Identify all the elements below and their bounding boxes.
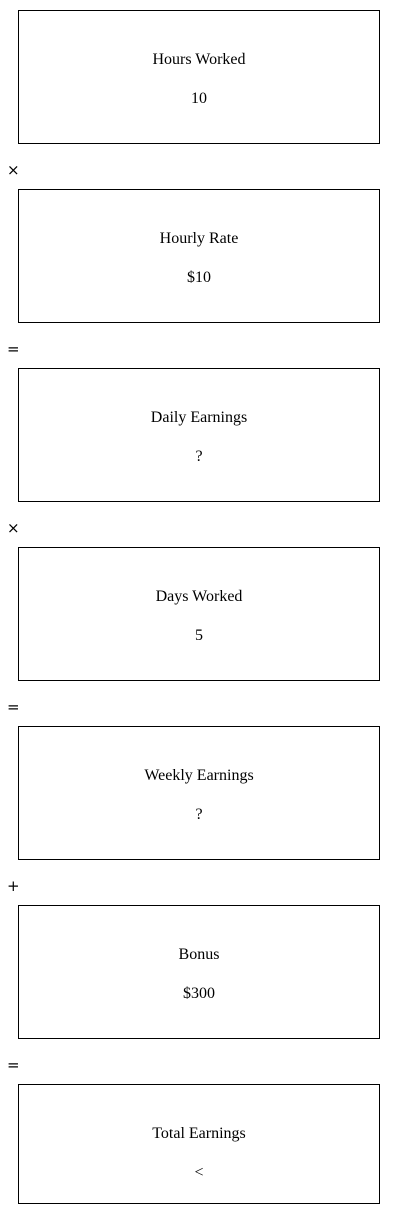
equals-operator: = [7, 698, 20, 716]
days-worked-value: 5 [195, 627, 203, 644]
hourly-rate-value: $10 [187, 269, 211, 286]
bonus-value: $300 [183, 985, 215, 1002]
hourly-rate-label: Hourly Rate [159, 230, 239, 247]
daily-earnings-value: ? [195, 448, 203, 465]
equals-operator: = [7, 1056, 20, 1074]
daily-earnings-box: Daily Earnings ? [18, 368, 380, 502]
total-earnings-label: Total Earnings [152, 1125, 246, 1142]
bonus-label: Bonus [178, 946, 220, 963]
days-worked-label: Days Worked [155, 588, 243, 605]
hourly-rate-box: Hourly Rate $10 [18, 189, 380, 323]
multiply-operator: × [7, 161, 20, 179]
daily-earnings-label: Daily Earnings [150, 409, 248, 426]
hours-worked-label: Hours Worked [152, 51, 246, 68]
multiply-operator: × [7, 519, 20, 537]
weekly-earnings-box: Weekly Earnings ? [18, 726, 380, 860]
hours-worked-value: 10 [191, 90, 207, 107]
weekly-earnings-label: Weekly Earnings [144, 767, 254, 784]
total-earnings-box: Total Earnings < [18, 1084, 380, 1204]
bonus-box: Bonus $300 [18, 905, 380, 1039]
days-worked-box: Days Worked 5 [18, 547, 380, 681]
weekly-earnings-value: ? [195, 806, 203, 823]
plus-operator: + [7, 877, 20, 895]
total-earnings-value: < [194, 1164, 204, 1181]
equals-operator: = [7, 340, 20, 358]
hours-worked-box: Hours Worked 10 [18, 10, 380, 144]
